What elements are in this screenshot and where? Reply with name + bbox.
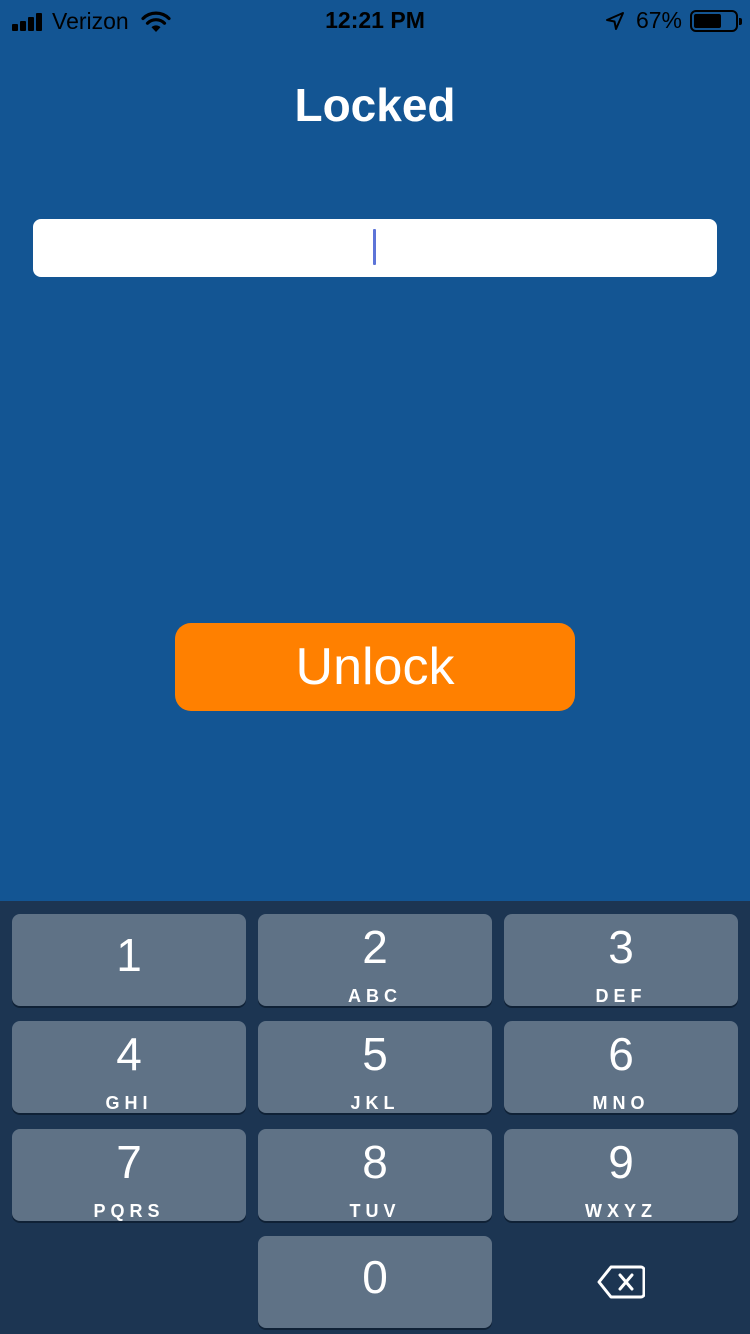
key-digit: 1 (116, 929, 142, 981)
key-5[interactable]: 5 JKL (258, 1021, 492, 1113)
key-digit: 5 (362, 1028, 388, 1080)
page-title: Locked (294, 79, 456, 131)
battery-icon (690, 9, 742, 32)
passcode-input[interactable] (33, 219, 717, 277)
battery-percent: 67% (635, 7, 682, 33)
key-1[interactable]: 1 (12, 914, 246, 1006)
key-letters: PQRS (93, 1201, 165, 1221)
key-digit: 3 (608, 921, 634, 973)
status-right: 67% (604, 7, 742, 34)
key-letters: DEF (595, 986, 647, 1006)
key-digit: 2 (362, 921, 388, 973)
status-bar: Verizon 12:21 PM 67% (0, 0, 750, 40)
text-caret (373, 229, 376, 265)
key-digit: 0 (362, 1251, 388, 1303)
key-4[interactable]: 4 GHI (12, 1021, 246, 1113)
key-letters: ABC (348, 986, 402, 1006)
numeric-keypad: 1 2 ABC 3 DEF 4 GHI 5 JKL 6 MNO 7 PQRS 8… (0, 901, 750, 1334)
key-letters: TUV (349, 1201, 401, 1221)
key-8[interactable]: 8 TUV (258, 1129, 492, 1221)
key-2[interactable]: 2 ABC (258, 914, 492, 1006)
delete-key[interactable] (504, 1236, 738, 1328)
key-digit: 8 (362, 1136, 388, 1188)
battery-fill (694, 13, 721, 28)
key-digit: 9 (608, 1136, 634, 1188)
location-icon (605, 11, 624, 30)
key-letters: WXYZ (585, 1201, 657, 1221)
key-6[interactable]: 6 MNO (504, 1021, 738, 1113)
key-letters: GHI (105, 1093, 153, 1113)
key-9[interactable]: 9 WXYZ (504, 1129, 738, 1221)
key-digit: 6 (608, 1028, 634, 1080)
backspace-icon (597, 1265, 645, 1299)
key-letters: JKL (350, 1093, 400, 1113)
unlock-button[interactable]: Unlock (175, 623, 575, 711)
key-digit: 4 (116, 1028, 142, 1080)
key-letters: MNO (592, 1093, 650, 1113)
key-3[interactable]: 3 DEF (504, 914, 738, 1006)
key-0[interactable]: 0 (258, 1236, 492, 1328)
key-7[interactable]: 7 PQRS (12, 1129, 246, 1221)
key-digit: 7 (116, 1136, 142, 1188)
